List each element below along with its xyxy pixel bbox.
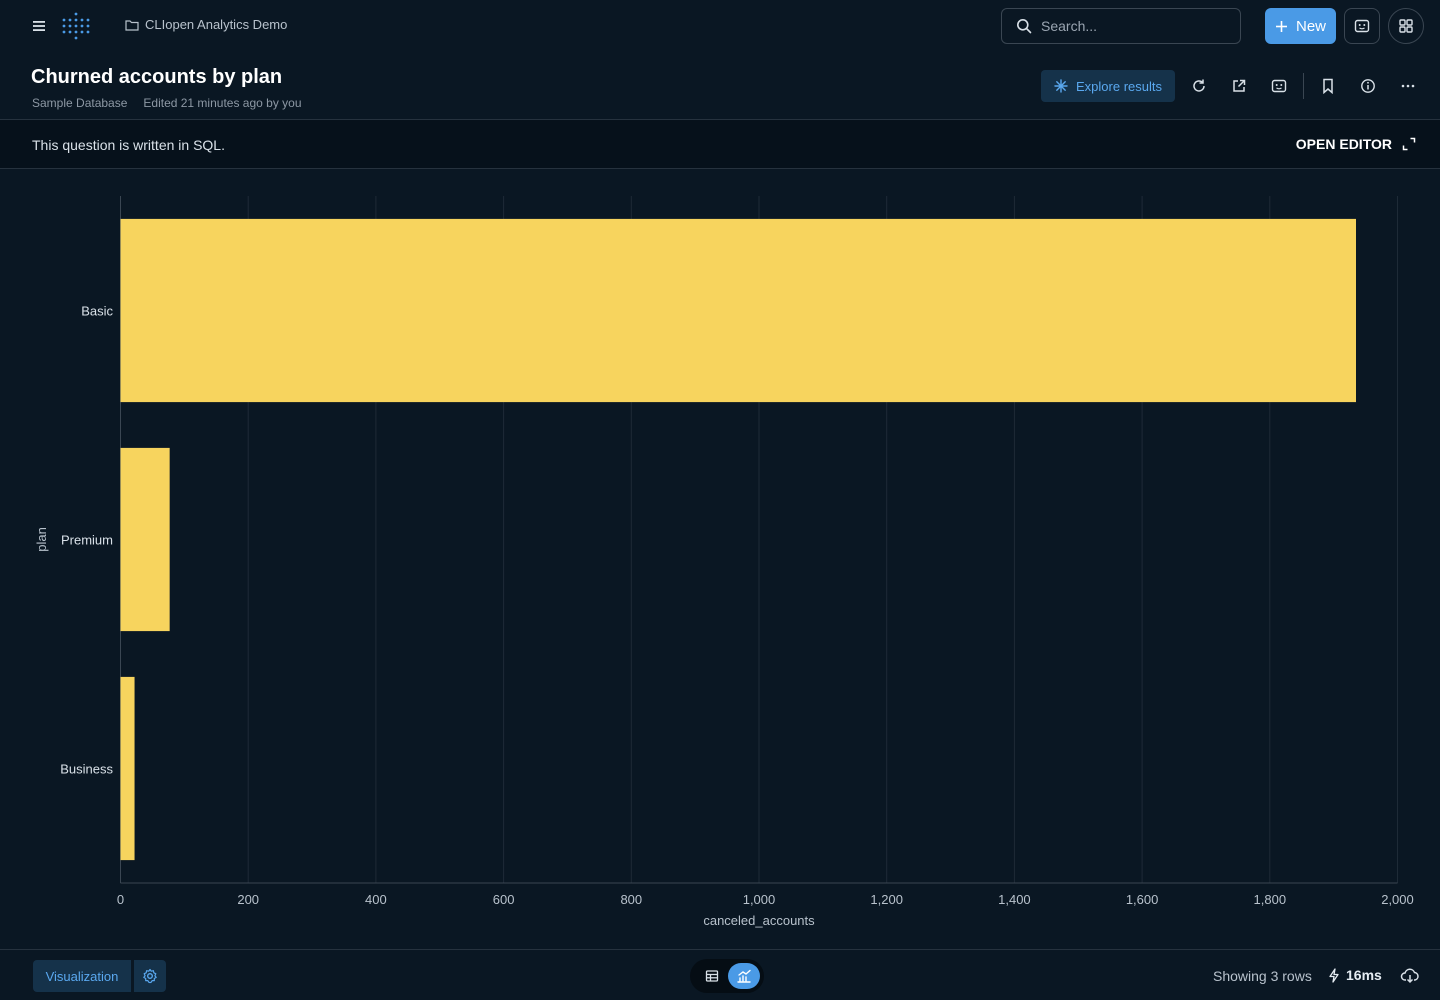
bar-basic[interactable] xyxy=(120,218,1356,403)
y-category-label: Premium xyxy=(61,533,113,548)
bolt-icon xyxy=(1328,967,1340,983)
refresh-icon xyxy=(1191,78,1207,94)
bookmark-icon xyxy=(1321,78,1335,94)
grid-icon xyxy=(1399,19,1413,33)
ellipsis-icon xyxy=(1400,78,1416,94)
more-options-button[interactable] xyxy=(1397,75,1419,97)
x-tick-label: 1,400 xyxy=(998,892,1031,907)
visualization-settings-button[interactable] xyxy=(134,960,166,992)
visualization-label: Visualization xyxy=(45,968,119,984)
table-icon xyxy=(705,969,719,983)
query-timing: 16ms xyxy=(1328,967,1382,983)
download-button[interactable] xyxy=(1400,966,1420,986)
x-tick-label: 200 xyxy=(237,892,259,907)
chart-canvas: 0 200 400 600 800 1,000 1,200 1,400 1,600 1,800 2,… xyxy=(34,196,1414,928)
top-navigation-bar: CLIopen Analytics Demo New xyxy=(0,0,1440,52)
metabot-button[interactable] xyxy=(1344,8,1380,44)
x-tick-label: 2,000 xyxy=(1381,892,1414,907)
x-tick-label: 800 xyxy=(620,892,642,907)
external-link-icon xyxy=(1231,78,1247,94)
bar-chart: 0 200 400 600 800 1,000 1,200 1,400 1,600 1,800 2,… xyxy=(0,170,1440,948)
open-editor-label: OPEN EDITOR xyxy=(1295,136,1392,152)
sql-notice-bar: This question is written in SQL. OPEN ED… xyxy=(0,119,1440,169)
new-button[interactable]: New xyxy=(1265,8,1336,44)
database-name[interactable]: Sample Database xyxy=(32,96,127,110)
expand-icon xyxy=(1402,137,1416,151)
y-axis-title: plan xyxy=(34,527,49,552)
new-button-label: New xyxy=(1295,17,1326,35)
edited-info[interactable]: Edited 21 minutes ago by you xyxy=(143,96,301,110)
x-tick-label: 1,600 xyxy=(1126,892,1159,907)
toolbar-divider xyxy=(1303,73,1304,99)
info-icon xyxy=(1360,78,1376,94)
collection-name: CLIopen Analytics Demo xyxy=(145,17,288,32)
explore-results-label: Explore results xyxy=(1076,78,1162,94)
bot-icon xyxy=(1271,79,1287,93)
info-button[interactable] xyxy=(1357,75,1379,97)
search-box[interactable] xyxy=(1001,8,1241,44)
open-editor-button[interactable]: OPEN EDITOR xyxy=(1296,136,1416,152)
logo-icon[interactable] xyxy=(60,11,90,41)
row-count: Showing 3 rows xyxy=(1213,968,1312,984)
x-tick-label: 400 xyxy=(365,892,387,907)
menu-icon[interactable] xyxy=(30,17,48,35)
bot-icon xyxy=(1354,19,1370,33)
x-tick-label: 0 xyxy=(117,892,124,907)
refresh-button[interactable] xyxy=(1188,75,1210,97)
x-tick-label: 1,000 xyxy=(743,892,776,907)
x-tick-label: 600 xyxy=(493,892,515,907)
bar-premium[interactable] xyxy=(120,447,170,632)
folder-icon xyxy=(125,19,139,31)
chart-view-toggle[interactable] xyxy=(728,963,760,989)
bar-business[interactable] xyxy=(120,676,135,861)
x-tick-label: 1,200 xyxy=(870,892,903,907)
explore-results-button[interactable]: Explore results xyxy=(1041,70,1175,102)
sql-notice-text: This question is written in SQL. xyxy=(32,137,225,153)
search-icon xyxy=(1016,18,1032,34)
table-view-toggle[interactable] xyxy=(696,963,728,989)
footer-bar: Visualization Showing 3 rows 16ms xyxy=(0,949,1440,1000)
timing-value: 16ms xyxy=(1346,967,1382,983)
y-category-label: Business xyxy=(60,762,113,777)
x-tick-label: 1,800 xyxy=(1254,892,1287,907)
share-button[interactable] xyxy=(1228,75,1250,97)
view-toggle xyxy=(690,959,764,993)
apps-button[interactable] xyxy=(1388,8,1424,44)
x-axis-title: canceled_accounts xyxy=(703,913,815,928)
gear-icon xyxy=(142,968,158,984)
chart-icon xyxy=(736,969,752,983)
bookmark-button[interactable] xyxy=(1317,75,1339,97)
plus-icon xyxy=(1275,20,1288,33)
search-input[interactable] xyxy=(1041,18,1221,34)
question-meta: Sample Database Edited 21 minutes ago by… xyxy=(32,96,302,110)
metabot-tool-button[interactable] xyxy=(1268,75,1290,97)
cloud-download-icon xyxy=(1400,966,1420,986)
y-category-label: Basic xyxy=(81,304,113,319)
sparkle-icon xyxy=(1054,79,1068,93)
collection-breadcrumb[interactable]: CLIopen Analytics Demo xyxy=(125,17,287,32)
page-title[interactable]: Churned accounts by plan xyxy=(31,66,282,89)
visualization-button[interactable]: Visualization xyxy=(33,960,131,992)
